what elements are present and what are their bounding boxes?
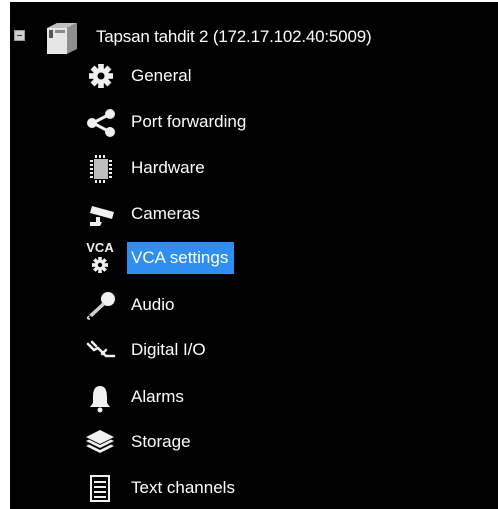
tree-item-text-channels[interactable]: Text channels: [80, 470, 480, 506]
vca-icon-text: VCA: [86, 240, 114, 255]
tree-item-hardware[interactable]: Hardware: [80, 150, 480, 186]
tree-item-label: Storage: [131, 432, 191, 451]
device-name-label: Tapsan tahdit 2 (172.17.102.40:5009): [96, 27, 372, 46]
tree-item-label: Audio: [131, 295, 175, 314]
tree-item-label: General: [131, 66, 192, 85]
share-icon: [87, 109, 115, 137]
tree-item-label: Digital I/O: [131, 340, 206, 359]
tree-item-storage[interactable]: Storage: [80, 424, 480, 460]
layers-icon: [86, 430, 114, 453]
tree-item-label: Port forwarding: [131, 112, 247, 131]
tree-item-label: Text channels: [131, 478, 235, 497]
tree-item-alarms[interactable]: Alarms: [80, 379, 480, 415]
tree-item-cameras[interactable]: Cameras: [80, 196, 480, 232]
tree-item-label: Alarms: [131, 387, 184, 406]
tree-item-label: Hardware: [131, 158, 205, 177]
tree-item-label: Cameras: [131, 204, 200, 223]
camera-icon: [90, 206, 114, 226]
settings-tree-panel: Tapsan tahdit 2 (172.17.102.40:5009) Gen…: [10, 2, 498, 509]
collapse-toggle[interactable]: [14, 30, 25, 41]
server-icon: [47, 23, 77, 54]
tree-item-audio[interactable]: Audio: [80, 287, 480, 323]
tree-item-label: VCA settings: [127, 242, 235, 274]
bell-icon: [90, 386, 110, 413]
tree-item-port-forwarding[interactable]: Port forwarding: [80, 104, 480, 140]
microphone-icon: [86, 292, 115, 320]
vca-gear-icon: VCA: [86, 240, 114, 273]
digital-io-icon: [86, 340, 116, 358]
chip-icon: [90, 155, 112, 183]
tree-root-device[interactable]: Tapsan tahdit 2 (172.17.102.40:5009): [10, 18, 488, 54]
document-icon: [90, 475, 110, 502]
tree-item-digital-io[interactable]: Digital I/O: [80, 332, 480, 368]
gear-icon: [89, 64, 113, 88]
tree-item-vca-settings[interactable]: VCA VCA settings: [80, 240, 480, 276]
tree-item-general[interactable]: General: [80, 58, 480, 94]
